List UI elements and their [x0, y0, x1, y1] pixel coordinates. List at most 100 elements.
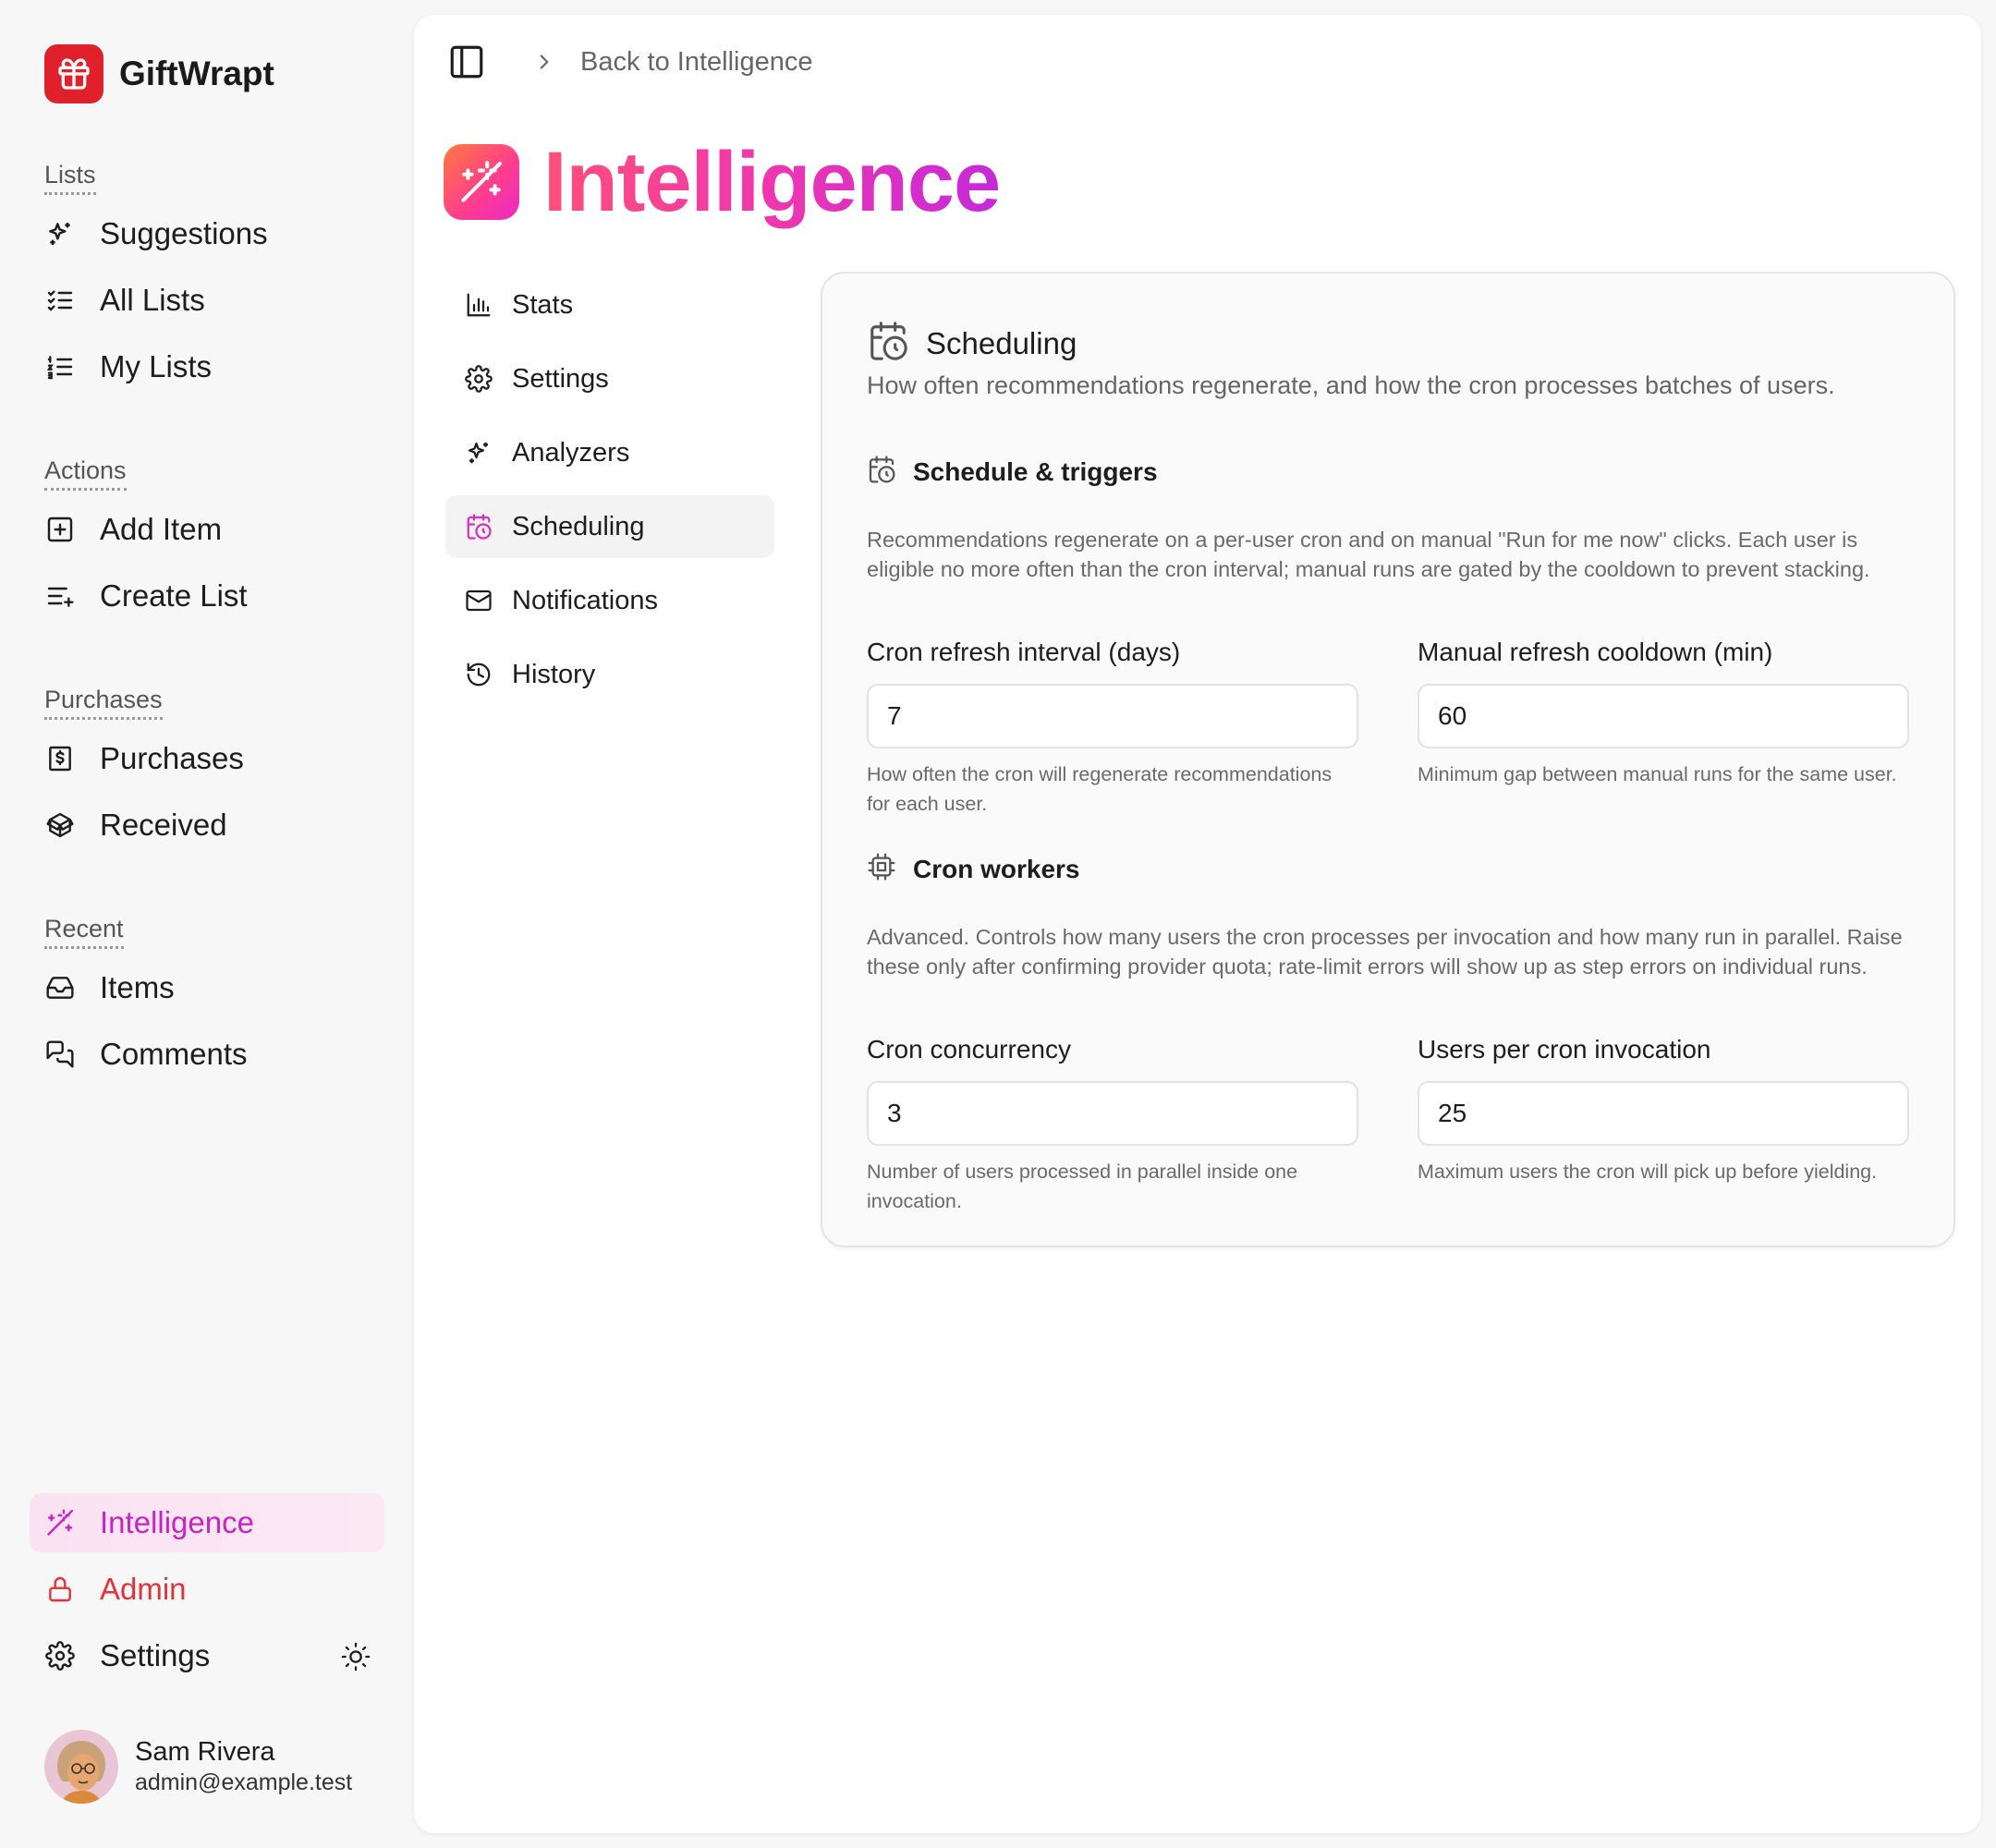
sidebar-item-label: All Lists: [100, 283, 205, 317]
sidebar-item-label: Received: [100, 808, 227, 842]
cpu-icon: [867, 852, 896, 886]
sidebar-item-add-item[interactable]: Add Item: [44, 496, 396, 563]
section-description: Advanced. Controls how many users the cr…: [867, 925, 1903, 979]
sidebar-item-admin[interactable]: Admin: [30, 1560, 384, 1619]
brand[interactable]: GiftWrapt: [44, 44, 274, 103]
receipt-icon: [44, 743, 76, 774]
tab-scheduling[interactable]: Scheduling: [445, 495, 774, 558]
field-help: Number of users processed in parallel in…: [867, 1161, 1298, 1212]
sidebar-item-settings[interactable]: Settings: [30, 1626, 384, 1685]
cron-concurrency-input[interactable]: [867, 1081, 1358, 1146]
tab-label: Stats: [512, 289, 574, 320]
tab-label: Notifications: [512, 585, 658, 615]
chevron-right-icon: [532, 50, 556, 74]
sidebar-bottom-nav: Intelligence Admin Settings: [30, 1493, 384, 1693]
wand-sparkles-icon: [44, 1507, 76, 1538]
group-label: Recent: [44, 913, 124, 949]
bar-chart-icon: [464, 290, 493, 320]
tab-label: History: [512, 659, 596, 689]
nav-group-actions: Actions Add Item Create List: [44, 455, 396, 629]
wand-sparkles-icon: [444, 144, 519, 220]
card-description: How often recommendations regenerate, an…: [867, 371, 1835, 399]
tab-stats[interactable]: Stats: [445, 274, 774, 336]
back-to-intelligence-link[interactable]: Back to Intelligence: [580, 47, 812, 78]
page-header: Intelligence: [444, 131, 1001, 233]
avatar: [44, 1730, 118, 1804]
messages-icon: [44, 1039, 76, 1070]
card-header: Scheduling: [867, 320, 1077, 367]
section-header: Cron workers: [867, 852, 1080, 886]
manual-refresh-cooldown-field: Manual refresh cooldown (min) Minimum ga…: [1418, 636, 1909, 789]
sidebar-item-label: Create List: [100, 578, 248, 613]
user-profile[interactable]: Sam Rivera admin@example.test: [44, 1730, 352, 1804]
group-label: Purchases: [44, 684, 163, 720]
field-help: How often the cron will regenerate recom…: [867, 763, 1333, 815]
sidebar-item-suggestions[interactable]: Suggestions: [44, 201, 396, 267]
section-header: Schedule & triggers: [867, 455, 1158, 489]
gift-icon: [44, 44, 103, 103]
list-ordered-icon: [44, 351, 76, 383]
list-checks-icon: [44, 285, 76, 316]
sidebar-item-label: Items: [100, 970, 175, 1004]
sidebar-item-label: Add Item: [100, 512, 223, 546]
tab-history[interactable]: History: [445, 643, 774, 706]
users-per-invocation-input[interactable]: [1418, 1081, 1909, 1146]
user-email: admin@example.test: [135, 1769, 353, 1795]
tab-label: Analyzers: [512, 437, 630, 468]
calendar-clock-icon: [867, 320, 909, 367]
cron-refresh-interval-input[interactable]: [867, 684, 1358, 748]
sidebar-item-comments[interactable]: Comments: [44, 1021, 396, 1088]
cron-concurrency-field: Cron concurrency Number of users process…: [867, 1033, 1358, 1216]
inbox-icon: [44, 972, 76, 1003]
field-label: Users per cron invocation: [1418, 1035, 1711, 1064]
sidebar-item-label: Settings: [100, 1638, 211, 1672]
sidebar-item-purchases[interactable]: Purchases: [44, 725, 396, 792]
sidebar-item-label: Intelligence: [100, 1505, 254, 1539]
sidebar-item-my-lists[interactable]: My Lists: [44, 334, 396, 400]
sidebar-toggle-icon[interactable]: [447, 43, 486, 81]
field-label: Cron concurrency: [867, 1035, 1071, 1064]
tab-notifications[interactable]: Notifications: [445, 569, 774, 632]
field-label: Manual refresh cooldown (min): [1418, 638, 1773, 666]
sidebar: GiftWrapt Lists Suggestions All Lists My…: [0, 0, 414, 1848]
app-name: GiftWrapt: [119, 55, 274, 92]
field-help: Minimum gap between manual runs for the …: [1418, 763, 1897, 785]
cron-refresh-interval-field: Cron refresh interval (days) How often t…: [867, 636, 1358, 819]
sidebar-item-label: Suggestions: [100, 216, 268, 250]
section-description: Recommendations regenerate on a per-user…: [867, 528, 1870, 581]
gear-icon: [464, 364, 493, 394]
sparkles-icon: [44, 218, 76, 249]
group-label: Actions: [44, 455, 127, 491]
sidebar-item-items[interactable]: Items: [44, 954, 396, 1021]
sidebar-item-all-lists[interactable]: All Lists: [44, 267, 396, 334]
sidebar-item-create-list[interactable]: Create List: [44, 563, 396, 629]
tab-settings[interactable]: Settings: [445, 347, 774, 410]
calendar-clock-icon: [867, 455, 896, 489]
manual-refresh-cooldown-input[interactable]: [1418, 684, 1909, 748]
package-open-icon: [44, 809, 76, 841]
mail-icon: [464, 586, 493, 615]
sidebar-item-label: Purchases: [100, 741, 244, 775]
nav-group-lists: Lists Suggestions All Lists My Lists: [44, 159, 396, 400]
section-title: Schedule & triggers: [913, 456, 1158, 486]
sidebar-item-received[interactable]: Received: [44, 792, 396, 858]
sidebar-item-label: My Lists: [100, 349, 213, 383]
lock-icon: [44, 1574, 76, 1605]
card-title: Scheduling: [926, 325, 1077, 360]
sidebar-item-label: Comments: [100, 1037, 248, 1071]
page-title: Intelligence: [543, 131, 1001, 233]
users-per-invocation-field: Users per cron invocation Maximum users …: [1418, 1033, 1909, 1186]
nav-group-recent: Recent Items Comments: [44, 913, 396, 1088]
tab-analyzers[interactable]: Analyzers: [445, 421, 774, 484]
nav-group-purchases: Purchases Purchases Received: [44, 684, 396, 858]
group-label: Lists: [44, 159, 96, 195]
intelligence-subnav: Stats Settings Analyzers Scheduling Noti…: [445, 274, 774, 717]
sun-icon[interactable]: [340, 1641, 371, 1672]
sidebar-item-intelligence[interactable]: Intelligence: [30, 1493, 384, 1552]
plus-square-icon: [44, 514, 76, 545]
user-name: Sam Rivera: [135, 1737, 275, 1767]
tab-label: Settings: [512, 363, 609, 394]
tab-label: Scheduling: [512, 511, 645, 541]
section-title: Cron workers: [913, 854, 1080, 883]
sidebar-item-label: Admin: [100, 1572, 187, 1606]
